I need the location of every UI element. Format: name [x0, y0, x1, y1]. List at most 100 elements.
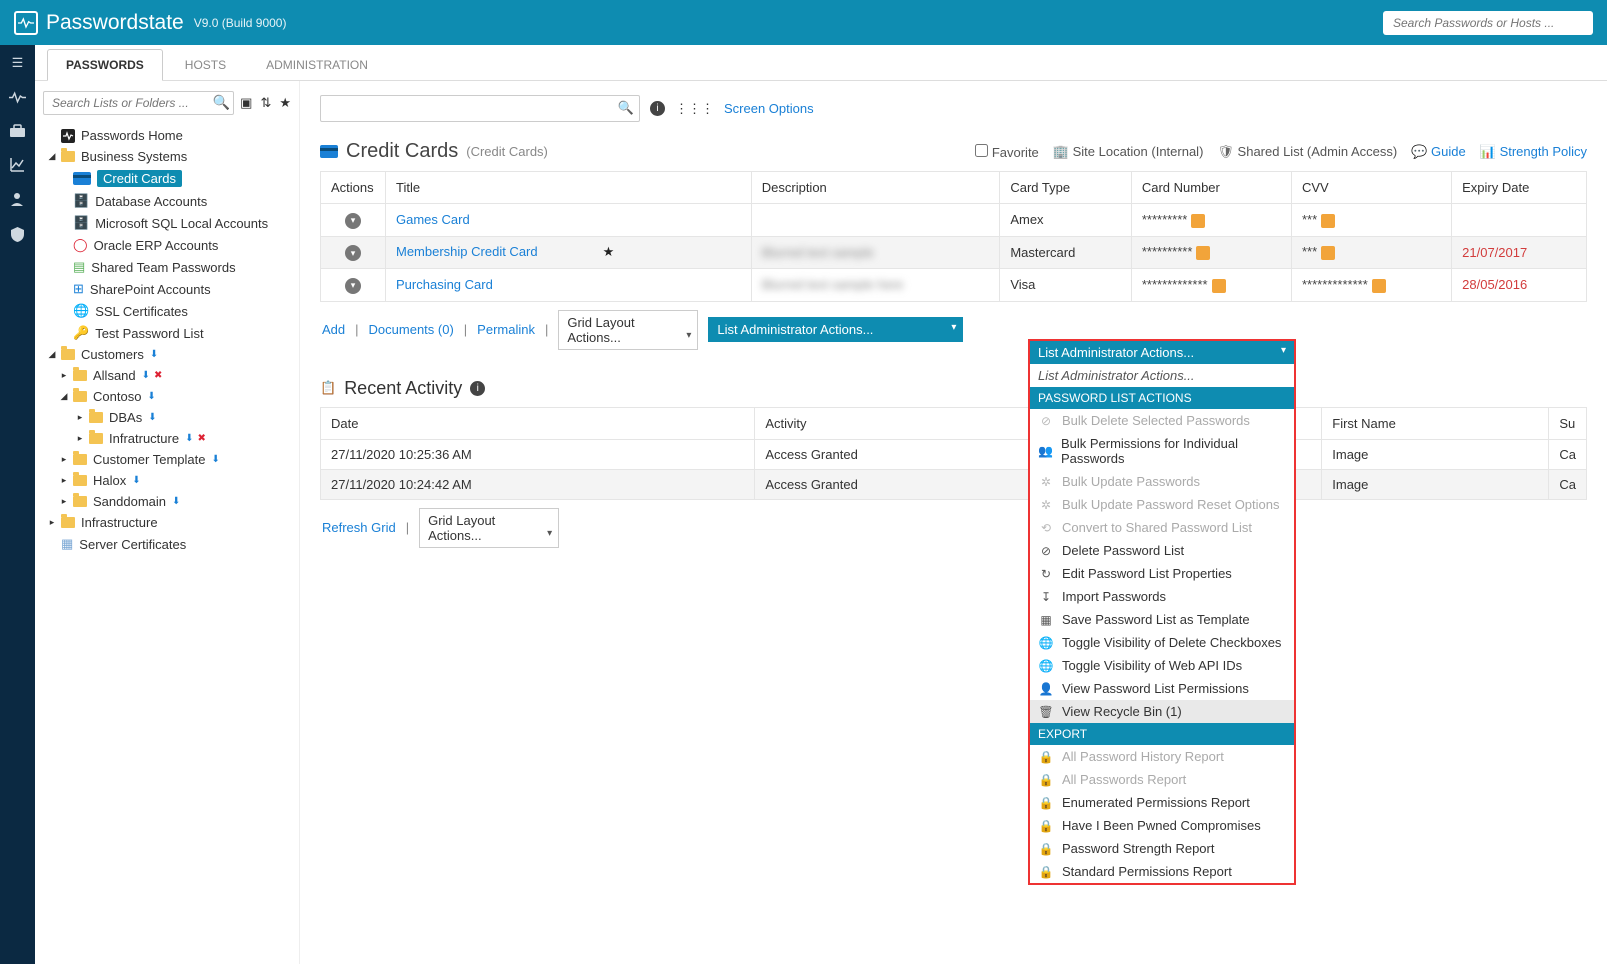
search-icon[interactable]: 🔍 — [213, 94, 230, 111]
tree-halox[interactable]: ▸Halox⬇ — [43, 470, 291, 491]
row-title[interactable]: Games Card — [396, 212, 470, 227]
table-row[interactable]: 27/11/2020 10:24:42 AM Access Granted ha… — [321, 469, 1587, 499]
tab-hosts[interactable]: HOSTS — [167, 50, 244, 80]
dd-bulk-permissions[interactable]: 👥Bulk Permissions for Individual Passwor… — [1030, 432, 1294, 470]
dd-bulk-update-reset[interactable]: ✲Bulk Update Password Reset Options — [1030, 493, 1294, 516]
dd-all-history-report[interactable]: 🔒All Password History Report — [1030, 745, 1294, 768]
sort-icon[interactable]: ⇅ — [260, 95, 271, 111]
favorite-star-icon[interactable]: ★ — [279, 95, 291, 111]
recent-grid-layout-select[interactable]: Grid Layout Actions... — [419, 508, 559, 548]
row-actions-icon[interactable]: ▾ — [345, 213, 361, 229]
col-first-name[interactable]: First Name — [1322, 407, 1549, 439]
dd-view-permissions[interactable]: 👤View Password List Permissions — [1030, 677, 1294, 700]
dd-all-passwords-report[interactable]: 🔒All Passwords Report — [1030, 768, 1294, 791]
tree-server-certificates[interactable]: ▦Server Certificates — [43, 533, 291, 555]
refresh-grid-link[interactable]: Refresh Grid — [322, 520, 396, 535]
caret-right-icon[interactable]: ▸ — [59, 454, 69, 465]
dd-enumerated-permissions[interactable]: 🔒Enumerated Permissions Report — [1030, 791, 1294, 814]
tab-administration[interactable]: ADMINISTRATION — [248, 50, 386, 80]
search-icon[interactable]: 🔍 — [618, 100, 634, 116]
tree-shared-team[interactable]: ▤Shared Team Passwords — [43, 256, 291, 278]
dd-delete-list[interactable]: ⊘Delete Password List — [1030, 539, 1294, 562]
col-surname[interactable]: Su — [1549, 407, 1587, 439]
col-cvv[interactable]: CVV — [1291, 172, 1451, 204]
user-icon[interactable] — [9, 191, 26, 208]
screen-options-link[interactable]: Screen Options — [724, 101, 814, 116]
filter-icon[interactable]: ▣ — [240, 95, 252, 111]
strength-policy-link[interactable]: Strength Policy — [1500, 144, 1587, 159]
dd-view-recycle-bin[interactable]: 🗑View Recycle Bin (1) — [1030, 700, 1294, 723]
reveal-icon[interactable] — [1212, 279, 1226, 293]
add-link[interactable]: Add — [322, 322, 345, 337]
dd-import[interactable]: ↧Import Passwords — [1030, 585, 1294, 608]
col-activity[interactable]: Activity — [755, 407, 1060, 439]
caret-down-icon[interactable]: ◢ — [47, 349, 57, 360]
dd-edit-properties[interactable]: ↻Edit Password List Properties — [1030, 562, 1294, 585]
col-date[interactable]: Date — [321, 407, 755, 439]
tree-contoso[interactable]: ◢Contoso⬇ — [43, 386, 291, 407]
col-card-number[interactable]: Card Number — [1131, 172, 1291, 204]
dd-convert-shared[interactable]: ⟲Convert to Shared Password List — [1030, 516, 1294, 539]
tab-passwords[interactable]: PASSWORDS — [47, 49, 163, 81]
col-card-type[interactable]: Card Type — [1000, 172, 1132, 204]
dd-standard-permissions[interactable]: 🔒Standard Permissions Report — [1030, 860, 1294, 883]
tree-test-pwd-list[interactable]: 🔑Test Password List — [43, 322, 291, 344]
dd-bulk-delete[interactable]: ⊘Bulk Delete Selected Passwords — [1030, 409, 1294, 432]
reveal-icon[interactable] — [1321, 214, 1335, 228]
dd-save-template[interactable]: ▦Save Password List as Template — [1030, 608, 1294, 631]
reveal-icon[interactable] — [1372, 279, 1386, 293]
info-icon[interactable]: i — [650, 101, 665, 116]
shield-icon[interactable] — [9, 226, 26, 243]
tree-database-accounts[interactable]: 🗄️Database Accounts — [43, 190, 291, 212]
admin-actions-select[interactable]: List Administrator Actions... — [708, 317, 963, 342]
favorite-checkbox[interactable]: Favorite — [975, 144, 1039, 160]
tree-passwords-home[interactable]: Passwords Home — [43, 125, 291, 146]
reveal-icon[interactable] — [1321, 246, 1335, 260]
dd-bulk-update-pwd[interactable]: ✲Bulk Update Passwords — [1030, 470, 1294, 493]
caret-down-icon[interactable]: ◢ — [59, 391, 69, 402]
dd-toggle-api-ids[interactable]: 🌐Toggle Visibility of Web API IDs — [1030, 654, 1294, 677]
caret-right-icon[interactable]: ▸ — [59, 370, 69, 381]
tree-customers[interactable]: ◢Customers⬇ — [43, 344, 291, 365]
dd-toggle-delete-cb[interactable]: 🌐Toggle Visibility of Delete Checkboxes — [1030, 631, 1294, 654]
col-expiry[interactable]: Expiry Date — [1452, 172, 1587, 204]
global-search-input[interactable] — [1383, 11, 1593, 35]
reveal-icon[interactable] — [1196, 246, 1210, 260]
row-title[interactable]: Purchasing Card — [396, 277, 493, 292]
caret-right-icon[interactable]: ▸ — [75, 433, 85, 444]
caret-right-icon[interactable]: ▸ — [47, 517, 57, 528]
tree-oracle-erp[interactable]: ◯Oracle ERP Accounts — [43, 234, 291, 256]
caret-down-icon[interactable]: ◢ — [47, 151, 57, 162]
caret-right-icon[interactable]: ▸ — [59, 475, 69, 486]
tree-business-systems[interactable]: ◢Business Systems — [43, 146, 291, 167]
row-title[interactable]: Membership Credit Card — [396, 244, 538, 259]
dd-hibp[interactable]: 🔒Have I Been Pwned Compromises — [1030, 814, 1294, 837]
info-icon[interactable]: i — [470, 381, 485, 396]
col-actions[interactable]: Actions — [321, 172, 386, 204]
star-icon[interactable]: ★ — [603, 244, 615, 259]
tree-ssl-certs[interactable]: 🌐SSL Certificates — [43, 300, 291, 322]
table-row[interactable]: ▾ Purchasing Card Blurred text sample he… — [321, 269, 1587, 302]
dd-strength-report[interactable]: 🔒Password Strength Report — [1030, 837, 1294, 860]
tree-dbas[interactable]: ▸DBAs⬇ — [43, 407, 291, 428]
permalink-link[interactable]: Permalink — [477, 322, 535, 337]
activity-icon[interactable] — [9, 89, 26, 106]
table-row[interactable]: ▾ Games Card Amex ********* *** — [321, 204, 1587, 237]
row-actions-icon[interactable]: ▾ — [345, 245, 361, 261]
guide-link[interactable]: Guide — [1431, 144, 1466, 159]
dropdown-selected[interactable]: List Administrator Actions... — [1030, 341, 1294, 364]
tree-customer-template[interactable]: ▸Customer Template⬇ — [43, 449, 291, 470]
tree-credit-cards[interactable]: Credit Cards — [43, 167, 291, 190]
row-actions-icon[interactable]: ▾ — [345, 278, 361, 294]
table-row[interactable]: ▾ Membership Credit Card ★ Blurred text … — [321, 236, 1587, 269]
tree-mssql-local[interactable]: 🗄️Microsoft SQL Local Accounts — [43, 212, 291, 234]
tree-search-input[interactable] — [43, 91, 234, 115]
caret-right-icon[interactable]: ▸ — [59, 496, 69, 507]
grid-layout-select[interactable]: Grid Layout Actions... — [558, 310, 698, 350]
chart-icon[interactable] — [9, 156, 26, 173]
tree-sanddomain[interactable]: ▸Sanddomain⬇ — [43, 491, 291, 512]
tree-infrastructure[interactable]: ▸Infrastructure — [43, 512, 291, 533]
col-title[interactable]: Title — [386, 172, 752, 204]
table-row[interactable]: 27/11/2020 10:25:36 AM Access Granted ha… — [321, 439, 1587, 469]
col-description[interactable]: Description — [751, 172, 1000, 204]
